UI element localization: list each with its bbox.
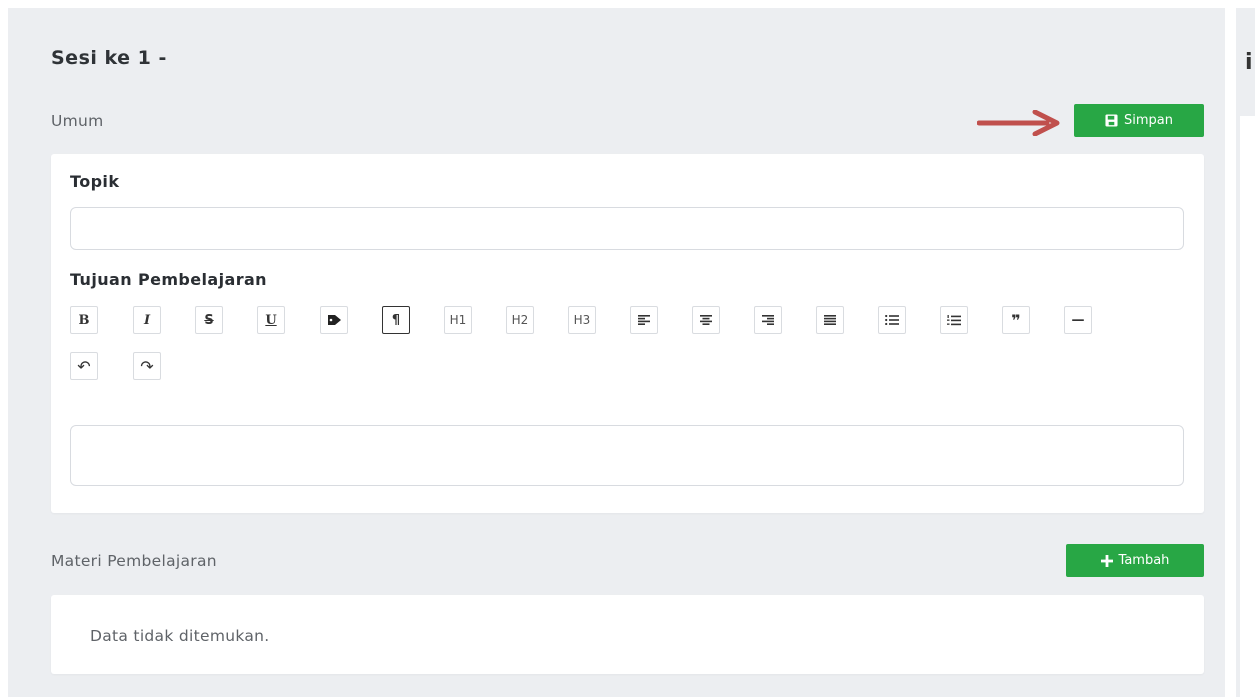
- bold-button[interactable]: B: [70, 306, 98, 334]
- objective-label: Tujuan Pembelajaran: [70, 270, 267, 289]
- strikethrough-button[interactable]: S: [195, 306, 223, 334]
- topic-label: Topik: [70, 172, 120, 191]
- side-panel: [1236, 8, 1255, 697]
- bullet-list-button[interactable]: [878, 306, 906, 334]
- info-icon[interactable]: i: [1245, 50, 1253, 75]
- align-right-button[interactable]: [754, 306, 782, 334]
- section-general-label: Umum: [51, 112, 104, 130]
- undo-button[interactable]: ↶: [70, 352, 98, 380]
- ordered-list-button[interactable]: [940, 306, 968, 334]
- topic-input[interactable]: [70, 207, 1184, 250]
- red-arrow-annotation: [977, 110, 1060, 136]
- quote-button[interactable]: ❞: [1002, 306, 1030, 334]
- side-card: [1240, 116, 1255, 697]
- ordered-list-icon: [947, 314, 961, 325]
- heading2-button[interactable]: H2: [506, 306, 534, 334]
- floppy-disk-icon: [1105, 114, 1118, 127]
- underline-button[interactable]: U: [257, 306, 285, 334]
- tag-icon: [327, 315, 341, 325]
- paragraph-button[interactable]: ¶: [382, 306, 410, 334]
- add-material-button[interactable]: Tambah: [1066, 544, 1204, 577]
- page-title: Sesi ke 1 -: [51, 47, 167, 69]
- objective-editor[interactable]: [70, 425, 1184, 486]
- heading3-button[interactable]: H3: [568, 306, 596, 334]
- italic-button[interactable]: I: [133, 306, 161, 334]
- justify-button[interactable]: [816, 306, 844, 334]
- justify-icon: [824, 315, 836, 325]
- section-materials-label: Materi Pembelajaran: [51, 552, 217, 570]
- save-button-label: Simpan: [1124, 113, 1173, 128]
- align-right-icon: [762, 315, 774, 325]
- empty-state-text: Data tidak ditemukan.: [90, 627, 270, 645]
- align-left-icon: [638, 315, 650, 325]
- save-button[interactable]: Simpan: [1074, 104, 1204, 137]
- heading1-button[interactable]: H1: [444, 306, 472, 334]
- align-center-button[interactable]: [692, 306, 720, 334]
- align-center-icon: [700, 315, 712, 325]
- tag-button[interactable]: [320, 306, 348, 334]
- bullet-list-icon: [885, 315, 899, 325]
- redo-button[interactable]: ↷: [133, 352, 161, 380]
- plus-icon: [1100, 554, 1113, 567]
- align-left-button[interactable]: [630, 306, 658, 334]
- horizontal-rule-button[interactable]: —: [1064, 306, 1092, 334]
- add-material-label: Tambah: [1118, 553, 1170, 568]
